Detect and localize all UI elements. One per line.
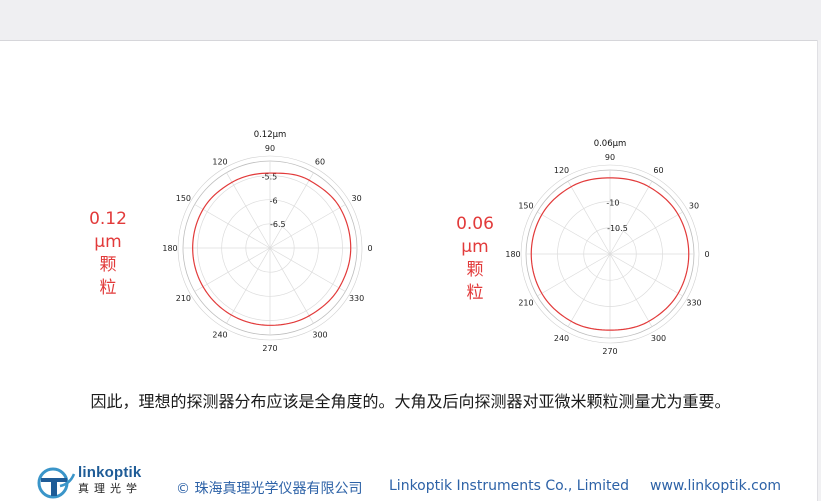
particle-size-label-left: 0.12 μm 颗 粒: [86, 208, 130, 300]
brand-name: linkoptik: [78, 464, 142, 481]
polar-angle-tick-label: 240: [554, 334, 569, 343]
polar-angle-tick-label: 0: [704, 250, 709, 259]
polar-angle-tick-label: 120: [212, 157, 227, 166]
polar-angle-tick-label: 240: [212, 331, 227, 340]
polar-angle-tick-label: 0: [367, 244, 372, 253]
polar-radial-tick-label: -6: [270, 196, 278, 205]
scrollbar-track[interactable]: [817, 40, 821, 501]
label-line: μm: [461, 237, 489, 257]
footer: linkoptik 真理光学 © 珠海真理光学仪器有限公司 Linkoptik …: [0, 458, 821, 501]
polar-angle-tick-label: 210: [176, 294, 191, 303]
polar-angle-tick-label: 180: [162, 244, 177, 253]
polar-angle-tick-label: 90: [265, 144, 275, 153]
polar-angle-tick-label: 150: [176, 194, 191, 203]
brand: linkoptik 真理光学: [78, 465, 142, 496]
polar-angle-tick-label: 330: [686, 299, 701, 308]
polar-angle-tick-label: 270: [262, 344, 277, 353]
polar-angle-tick-label: 180: [505, 250, 520, 259]
caption-text: 因此，理想的探测器分布应该是全角度的。大角及后向探测器对亚微米颗粒测量尤为重要。: [90, 392, 731, 411]
copyright-text: © 珠海真理光学仪器有限公司: [176, 481, 363, 497]
label-line: 颗: [466, 260, 484, 280]
linkoptik-logo-icon: [37, 467, 76, 499]
polar-angle-tick-label: 150: [518, 202, 533, 211]
polar-spoke: [567, 253, 611, 327]
polar-angle-tick-label: 330: [349, 294, 364, 303]
polar-spoke: [609, 253, 653, 327]
polar-angle-tick-label: 270: [602, 347, 617, 356]
label-line: 颗: [99, 255, 117, 275]
polar-spoke: [609, 181, 653, 255]
polar-angle-tick-label: 300: [651, 334, 666, 343]
polar-angle-tick-label: 300: [312, 331, 327, 340]
polar-spoke: [537, 211, 611, 255]
polar-angle-tick-label: 90: [605, 153, 615, 162]
polar-chart-right: 0 30 60 90 120 150 180 210 240 270 300 330 -10.5 -10 0…: [505, 139, 709, 356]
website-link[interactable]: www.linkoptik.com: [650, 478, 781, 494]
polar-angle-tick-label: 60: [315, 157, 325, 166]
label-line: μm: [94, 232, 122, 252]
label-line: 0.12: [89, 209, 127, 229]
company-name-en: Linkoptik Instruments Co., Limited: [389, 478, 629, 494]
polar-radial-tick-label: -10: [606, 198, 619, 207]
label-line: 粒: [466, 283, 484, 303]
polar-spoke: [567, 181, 611, 255]
polar-radial-tick-label: -10.5: [607, 224, 628, 233]
polar-chart-title: 0.12μm: [254, 130, 287, 140]
polar-spoke: [537, 253, 611, 297]
polar-angle-tick-label: 210: [518, 299, 533, 308]
polar-radial-tick-label: -5.5: [262, 173, 278, 182]
polar-angle-tick-label: 30: [689, 202, 699, 211]
polar-angle-tick-label: 120: [554, 166, 569, 175]
polar-grid: [520, 164, 700, 344]
polar-chart-left: 0 30 60 90 120 150 180 210 240 270 300 330 -6.5 -6 -5.…: [162, 130, 372, 353]
polar-chart-title: 0.06μm: [594, 139, 627, 149]
label-line: 粒: [99, 278, 117, 298]
polar-spoke: [609, 253, 683, 297]
polar-angle-tick-label: 60: [653, 166, 663, 175]
label-line: 0.06: [456, 214, 494, 234]
top-bar: [0, 0, 821, 41]
polar-angle-tick-label: 30: [352, 194, 362, 203]
polar-grid: [177, 155, 363, 341]
brand-chinese-name: 真理光学: [78, 483, 142, 495]
polar-radial-tick-label: -6.5: [270, 220, 286, 229]
particle-size-label-right: 0.06 μm 颗 粒: [453, 213, 497, 305]
